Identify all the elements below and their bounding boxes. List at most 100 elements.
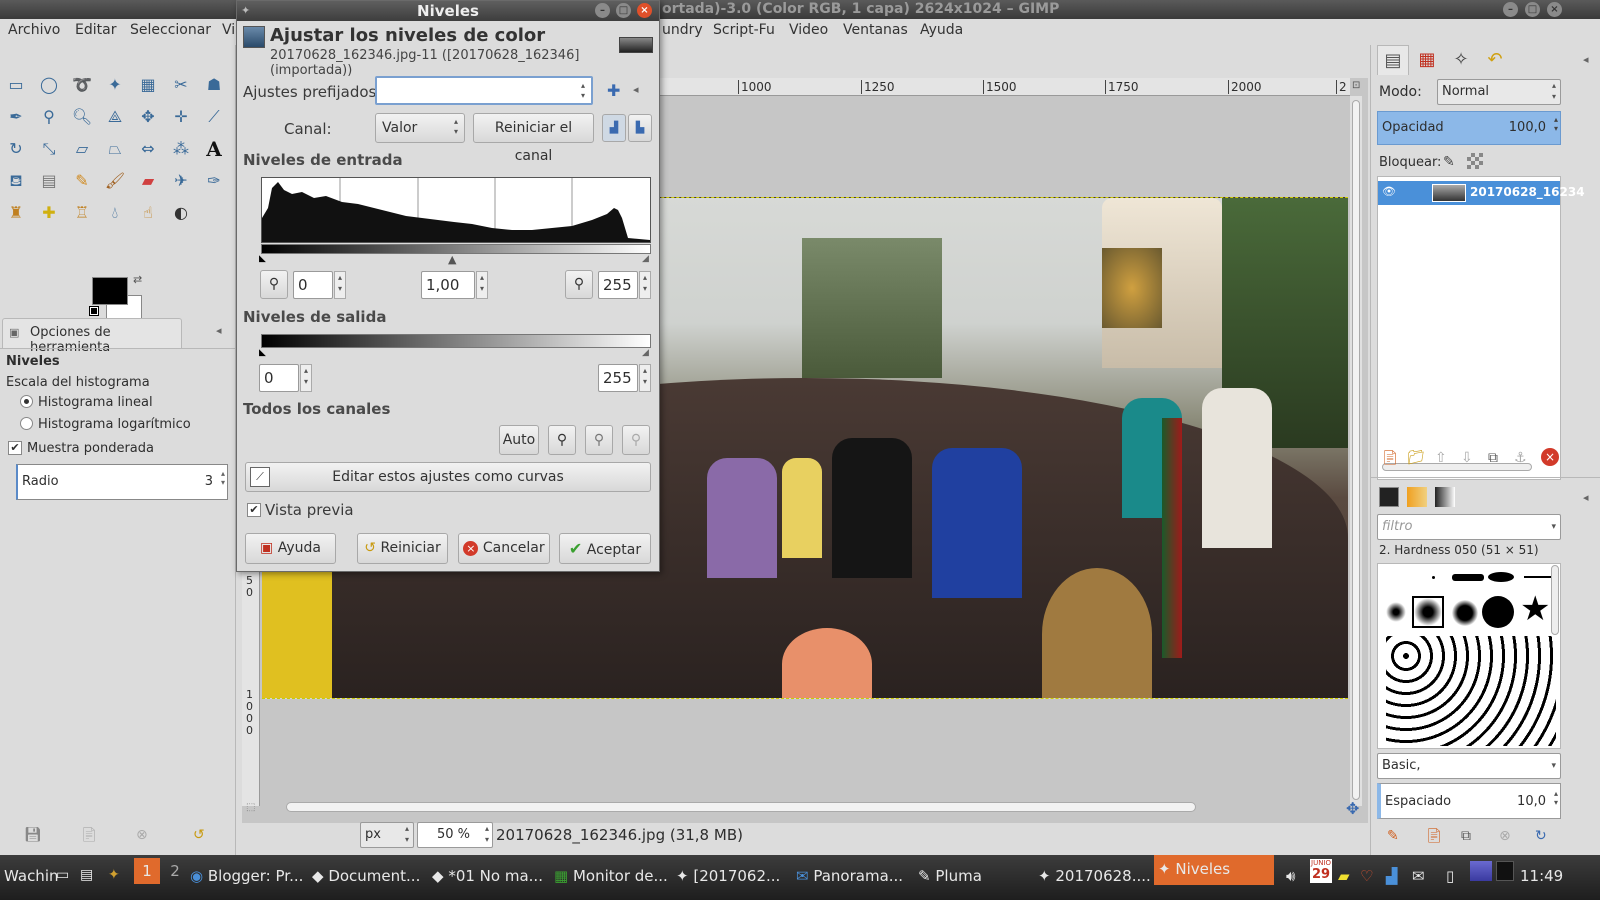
delete-options-icon[interactable]: ⊗ [136,827,148,843]
black-point-handle[interactable]: ◣ [259,254,266,264]
menu-ver[interactable]: Vi [222,22,235,38]
menu-ayuda[interactable]: Ayuda [920,22,963,38]
task-blogger[interactable]: ◉ Blogger: Pr... [190,867,303,885]
perspective-icon[interactable]: ⏢ [103,137,127,161]
input-slider-track[interactable]: ◣ ▲ ◢ [259,253,651,266]
task-image[interactable]: ✦ [2017062... [676,867,780,885]
duplicate-brush-icon[interactable]: ⧉ [1461,828,1471,844]
layers-hscroll[interactable] [1382,463,1532,471]
fuzzy-select-icon[interactable]: ✦ [103,73,127,97]
pick-white-point-icon[interactable]: ⚲ [622,425,650,455]
menu-archivo[interactable]: Archivo [8,22,60,38]
close-icon[interactable]: × [1547,2,1562,17]
reset-channel-button[interactable]: Reiniciar el canal [473,113,594,164]
channel-select[interactable]: Valor ▴ ▾ [375,113,465,143]
perspective-clone-icon[interactable]: ♖ [70,201,94,225]
layer-group-icon[interactable]: 📁︎ [1407,450,1425,466]
tab-brushes-icon[interactable] [1379,487,1399,507]
foreground-color-swatch[interactable] [92,277,128,305]
desktop-pager-icon[interactable] [1470,861,1492,881]
volume-icon[interactable]: 🔊︎ [1286,867,1295,885]
input-low-field[interactable]: 0 [293,271,333,299]
scissors-icon[interactable]: ✂ [169,73,193,97]
dialog-maximize-icon[interactable]: □ [616,3,631,18]
selected-brush[interactable] [1412,596,1444,628]
dialog-minimize-icon[interactable]: – [595,3,610,18]
radio-log[interactable] [20,417,33,430]
new-brush-icon[interactable]: 📄︎ [1425,828,1443,844]
output-low-field[interactable]: 0 [259,364,299,392]
brush-filter-input[interactable]: filtro ▾ [1377,514,1561,540]
tab-tool-options[interactable]: ▣ Opciones de herramienta [2,318,182,355]
input-white-picker-icon[interactable]: ⚲ [565,270,593,299]
edit-as-curves-button[interactable]: ⟋ Editar estos ajustes como curvas [245,462,651,492]
log-histogram-icon[interactable]: ▙ [628,114,652,142]
unit-select[interactable]: px ▴ ▾ [360,822,414,848]
save-options-icon[interactable]: 💾︎ [24,827,42,843]
quick-mask-icon[interactable]: ⬚ [246,802,255,813]
terminal-icon[interactable]: ▭ [56,867,69,883]
menu-ventanas[interactable]: Ventanas [843,22,908,38]
layer-row[interactable]: 👁︎ 20170628_16234 [1378,181,1585,205]
menu-seleccionar[interactable]: Seleccionar [130,22,211,38]
gradient-icon[interactable]: ▤ [37,169,61,193]
network-icon[interactable]: ▟ [1386,867,1398,885]
zoom-navigate-icon[interactable]: ⊡ [1352,80,1360,91]
lock-pixels-icon[interactable]: ✎ [1443,154,1455,170]
horizontal-scrollbar[interactable] [286,802,1196,812]
add-preset-icon[interactable]: ✚ [607,81,620,100]
gamma-handle[interactable]: ▲ [448,253,456,266]
color-picker-icon[interactable]: ⚲ [37,105,61,129]
ellipse-select-icon[interactable]: ◯ [37,73,61,97]
cancel-button[interactable]: × Cancelar [458,533,550,564]
tab-layers-icon[interactable]: ▤ [1377,45,1409,75]
refresh-brushes-icon[interactable]: ↻ [1535,828,1547,844]
airbrush-icon[interactable]: ✈ [169,169,193,193]
brush-vscroll[interactable] [1551,565,1559,635]
workspace-1[interactable]: 1 [134,858,160,884]
maximize-icon[interactable]: □ [1525,2,1540,17]
anchor-icon[interactable]: ⚓︎ [1514,450,1527,466]
task-monitor[interactable]: ▦ Monitor de... [554,867,668,885]
ok-button[interactable]: ✔ Aceptar [559,533,651,564]
input-low-spin-icon[interactable]: ▴ ▾ [334,271,346,299]
spacing-slider[interactable]: Espaciado 10,0 ▴ ▾ [1377,783,1561,819]
menu-script-fu[interactable]: Script-Fu [713,22,775,38]
opacity-slider[interactable]: Opacidad 100,0 ▴ ▾ [1377,111,1561,145]
vertical-scrollbar[interactable] [1350,96,1362,806]
ink-icon[interactable]: ✑ [202,169,226,193]
dodge-burn-icon[interactable]: ◐ [169,201,193,225]
rotate-icon[interactable]: ↻ [4,137,28,161]
menu-video[interactable]: Video [789,22,828,38]
navigate-icon[interactable]: ✥ [1346,799,1359,818]
tab-undo-icon[interactable]: ↶ [1479,45,1511,75]
tab-gradients-icon[interactable] [1435,487,1455,507]
pencil-icon[interactable]: ✎ [70,169,94,193]
brushes-menu-icon[interactable]: ◂ [1583,491,1589,504]
phone-icon[interactable]: ▯ [1446,867,1454,885]
input-gamma-spin-icon[interactable]: ▴ ▾ [476,271,488,299]
task-pluma[interactable]: ✎ Pluma [918,867,982,885]
restore-options-icon[interactable]: 📄︎ [80,827,98,843]
auto-button[interactable]: Auto [499,425,539,455]
tab-patterns-icon[interactable] [1407,487,1427,507]
brush-grid[interactable]: ★ [1377,563,1561,749]
swap-colors-icon[interactable]: ⇄ [133,273,142,286]
raise-layer-icon[interactable]: ⇧ [1435,450,1447,466]
clone-icon[interactable]: ♜ [4,201,28,225]
eye-icon[interactable]: 👁︎ [1382,185,1396,198]
output-low-spin-icon[interactable]: ▴ ▾ [300,364,312,392]
white-point-handle[interactable]: ◢ [642,254,649,264]
task-niveles[interactable]: ✦ Niveles [1154,855,1274,885]
flip-icon[interactable]: ⇔ [136,137,160,161]
reset-button[interactable]: ↺ Reiniciar [357,533,448,564]
input-gamma-field[interactable]: 1,00 [421,271,475,299]
output-low-handle[interactable]: ◣ [259,348,266,358]
blur-icon[interactable]: 💧︎ [103,201,127,225]
lower-layer-icon[interactable]: ⇩ [1461,450,1473,466]
zoom-field[interactable]: 50 % ▴ ▾ [417,822,493,848]
task-panorama[interactable]: ✉ Panorama... [796,867,903,885]
eraser-icon[interactable]: ▰ [136,169,160,193]
minimize-icon[interactable]: – [1503,2,1518,17]
radius-field[interactable]: Radio 3 ▴ ▾ [16,464,228,500]
